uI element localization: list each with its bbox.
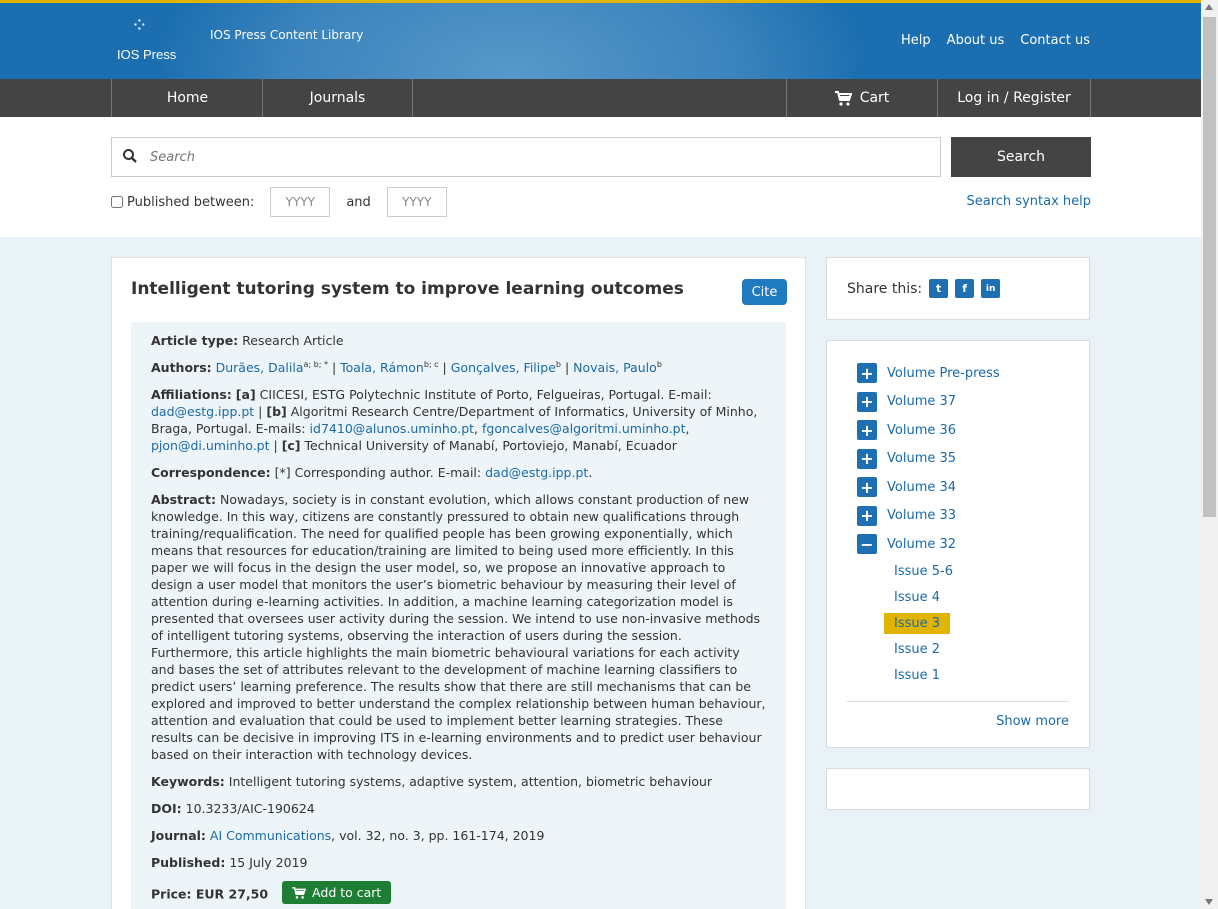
empty-side-card	[826, 768, 1090, 810]
issue-item[interactable]: Issue 2	[857, 637, 1069, 663]
volume-item[interactable]: + Volume 34	[857, 473, 1069, 502]
plus-icon[interactable]: +	[857, 505, 877, 526]
issue-item[interactable]: Issue 1	[857, 663, 1069, 689]
nav-home[interactable]: Home	[111, 79, 263, 117]
article-title: Intelligent tutoring system to improve l…	[131, 279, 684, 299]
search-box	[111, 137, 941, 177]
scroll-down-arrow-icon[interactable]	[1205, 899, 1213, 905]
cite-button[interactable]: Cite	[742, 279, 787, 305]
correspondence: Correspondence: [*] Corresponding author…	[151, 465, 593, 480]
email-link[interactable]: pjon@di.uminho.pt	[151, 438, 270, 453]
published-date: Published: 15 July 2019	[151, 855, 308, 870]
nav-journals[interactable]: Journals	[262, 79, 413, 117]
published-between-label: Published between:	[127, 194, 255, 210]
author-link[interactable]: Durães, Dalila	[216, 360, 304, 375]
keywords: Keywords: Intelligent tutoring systems, …	[151, 774, 713, 789]
minus-icon[interactable]: −	[857, 534, 877, 555]
search-input[interactable]	[150, 144, 930, 170]
search-icon	[123, 149, 137, 163]
main-nav: Home Journals Cart Log in / Register	[0, 79, 1201, 117]
volume-item[interactable]: + Volume 35	[857, 445, 1069, 474]
divider	[847, 700, 1069, 702]
plus-icon[interactable]: +	[857, 391, 877, 412]
ios-press-logo[interactable]: ⁘ IOS Press	[117, 15, 187, 65]
issue-item-active[interactable]: Issue 3	[857, 611, 1069, 637]
email-link[interactable]: dad@estg.ipp.pt	[151, 404, 254, 419]
journal-link[interactable]: AI Communications	[210, 828, 331, 843]
article-type: Article type: Research Article	[151, 333, 344, 348]
authors: Authors: Durães, Dalilaa; b; * | Toala, …	[151, 359, 662, 375]
volumes-card: + Volume Pre-press + Volume 37 + Volume 36 …	[826, 340, 1090, 748]
price: Price: EUR 27,50	[151, 886, 269, 902]
top-links: Help About us Contact us	[901, 33, 1090, 48]
author-link[interactable]: Novais, Paulo	[573, 360, 657, 375]
year-from-input[interactable]: YYYY	[270, 187, 331, 217]
scroll-thumb[interactable]	[1203, 17, 1216, 517]
price-row: Price: EUR 27,50 Add to cart	[151, 881, 766, 904]
email-link[interactable]: fgoncalves@algoritmi.uminho.pt	[482, 421, 686, 436]
linkedin-icon[interactable]: in	[981, 279, 1001, 298]
share-card: Share this: t f in	[826, 257, 1090, 320]
search-section: Search Published between: YYYY and YYYY …	[0, 117, 1201, 237]
plus-icon[interactable]: +	[857, 420, 877, 441]
library-title[interactable]: IOS Press Content Library	[210, 28, 363, 42]
contact-us-link[interactable]: Contact us	[1020, 33, 1090, 48]
cart-icon	[834, 90, 852, 106]
year-to-input[interactable]: YYYY	[386, 187, 447, 217]
site-header: ⁘ IOS Press IOS Press Content Library He…	[0, 0, 1201, 79]
help-link[interactable]: Help	[901, 33, 931, 48]
abstract: Abstract: Nowadays, society is in consta…	[151, 492, 766, 762]
article-metadata: Article type: Research Article Authors: …	[131, 322, 786, 909]
share-label: Share this:	[847, 280, 923, 297]
plus-icon[interactable]: +	[857, 363, 877, 384]
author-link[interactable]: Gonçalves, Filipe	[451, 360, 556, 375]
doi: DOI: 10.3233/AIC-190624	[151, 801, 315, 816]
and-label: and	[346, 194, 371, 210]
nav-login-register[interactable]: Log in / Register	[937, 79, 1091, 117]
volume-item-expanded[interactable]: − Volume 32	[857, 530, 1069, 559]
published-between-row: Published between: YYYY and YYYY	[111, 187, 463, 217]
volume-item[interactable]: + Volume 37	[857, 388, 1069, 417]
scrollbar[interactable]	[1201, 0, 1218, 909]
logo-text: IOS Press	[117, 47, 177, 62]
plus-icon[interactable]: +	[857, 448, 877, 469]
twitter-icon[interactable]: t	[929, 279, 949, 298]
article-card: Intelligent tutoring system to improve l…	[111, 257, 806, 909]
journal: Journal: AI Communications, vol. 32, no.…	[151, 828, 545, 843]
issue-item[interactable]: Issue 4	[857, 585, 1069, 611]
search-button[interactable]: Search	[951, 137, 1091, 177]
author-link[interactable]: Toala, Rámon	[340, 360, 424, 375]
affiliations: Affiliations: [a] CIICESI, ESTG Polytech…	[151, 387, 758, 453]
plus-icon[interactable]: +	[857, 477, 877, 498]
volume-item[interactable]: + Volume 33	[857, 502, 1069, 531]
about-us-link[interactable]: About us	[947, 33, 1005, 48]
search-syntax-help-link[interactable]: Search syntax help	[967, 194, 1092, 209]
email-link[interactable]: id7410@alunos.uminho.pt	[310, 421, 474, 436]
volume-item[interactable]: + Volume 36	[857, 416, 1069, 445]
logo-dots-icon: ⁘	[131, 13, 148, 37]
email-link[interactable]: dad@estg.ipp.pt	[485, 465, 588, 480]
nav-cart[interactable]: Cart	[786, 79, 937, 117]
add-to-cart-button[interactable]: Add to cart	[282, 881, 392, 904]
cart-icon	[292, 886, 307, 899]
scroll-up-arrow-icon[interactable]	[1205, 4, 1213, 10]
volume-item[interactable]: + Volume Pre-press	[857, 359, 1069, 388]
issue-item[interactable]: Issue 5-6	[857, 559, 1069, 585]
show-more-link[interactable]: Show more	[857, 714, 1069, 729]
published-between-checkbox[interactable]	[111, 196, 123, 208]
facebook-icon[interactable]: f	[955, 279, 975, 298]
nav-cart-label: Cart	[859, 90, 890, 106]
